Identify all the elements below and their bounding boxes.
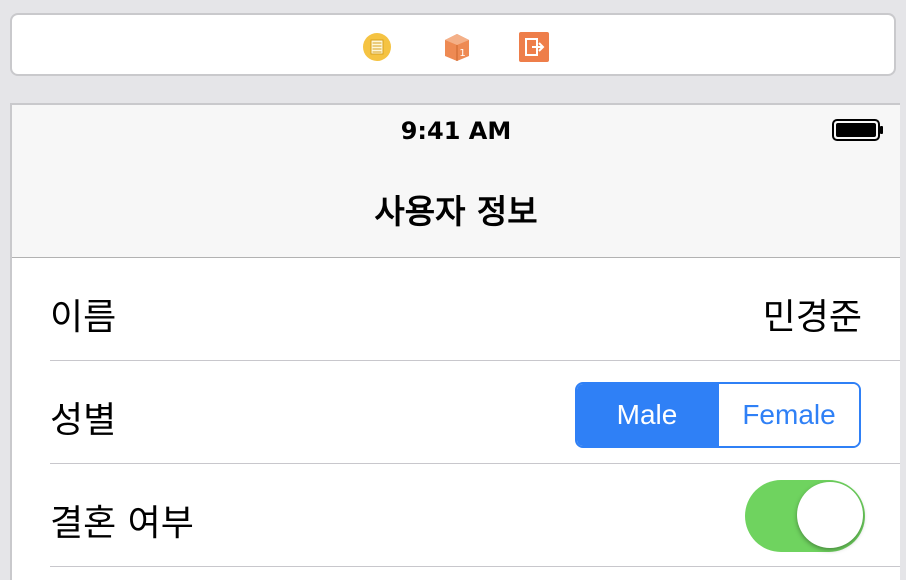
table-row-name: 이름 민경준: [12, 258, 900, 361]
gender-segmented-control[interactable]: Male Female: [575, 382, 861, 448]
segment-female[interactable]: Female: [717, 384, 859, 446]
status-time: 9:41 AM: [400, 117, 512, 145]
name-label: 이름: [50, 297, 117, 338]
married-switch[interactable]: [745, 480, 865, 552]
row-divider: [50, 566, 900, 567]
scene-dock: 1: [10, 13, 896, 76]
view-controller-icon[interactable]: [362, 32, 392, 62]
switch-knob: [797, 482, 863, 548]
married-label: 결혼 여부: [50, 503, 194, 544]
navigation-bar: 9:41 AM 사용자 정보: [12, 105, 900, 258]
gender-label: 성별: [50, 400, 117, 441]
phone-view: 9:41 AM 사용자 정보 이름 민경준 성별 Male Female 결혼 …: [10, 103, 900, 580]
segment-male[interactable]: Male: [577, 384, 717, 446]
exit-icon[interactable]: [519, 32, 549, 62]
first-responder-badge: 1: [459, 48, 465, 59]
table-row-gender: 성별 Male Female: [12, 361, 900, 464]
table-row-married: 결혼 여부: [12, 464, 900, 567]
page-title: 사용자 정보: [374, 192, 538, 231]
name-value: 민경준: [762, 297, 862, 338]
first-responder-icon[interactable]: 1: [442, 32, 472, 62]
battery-icon: [832, 118, 884, 142]
